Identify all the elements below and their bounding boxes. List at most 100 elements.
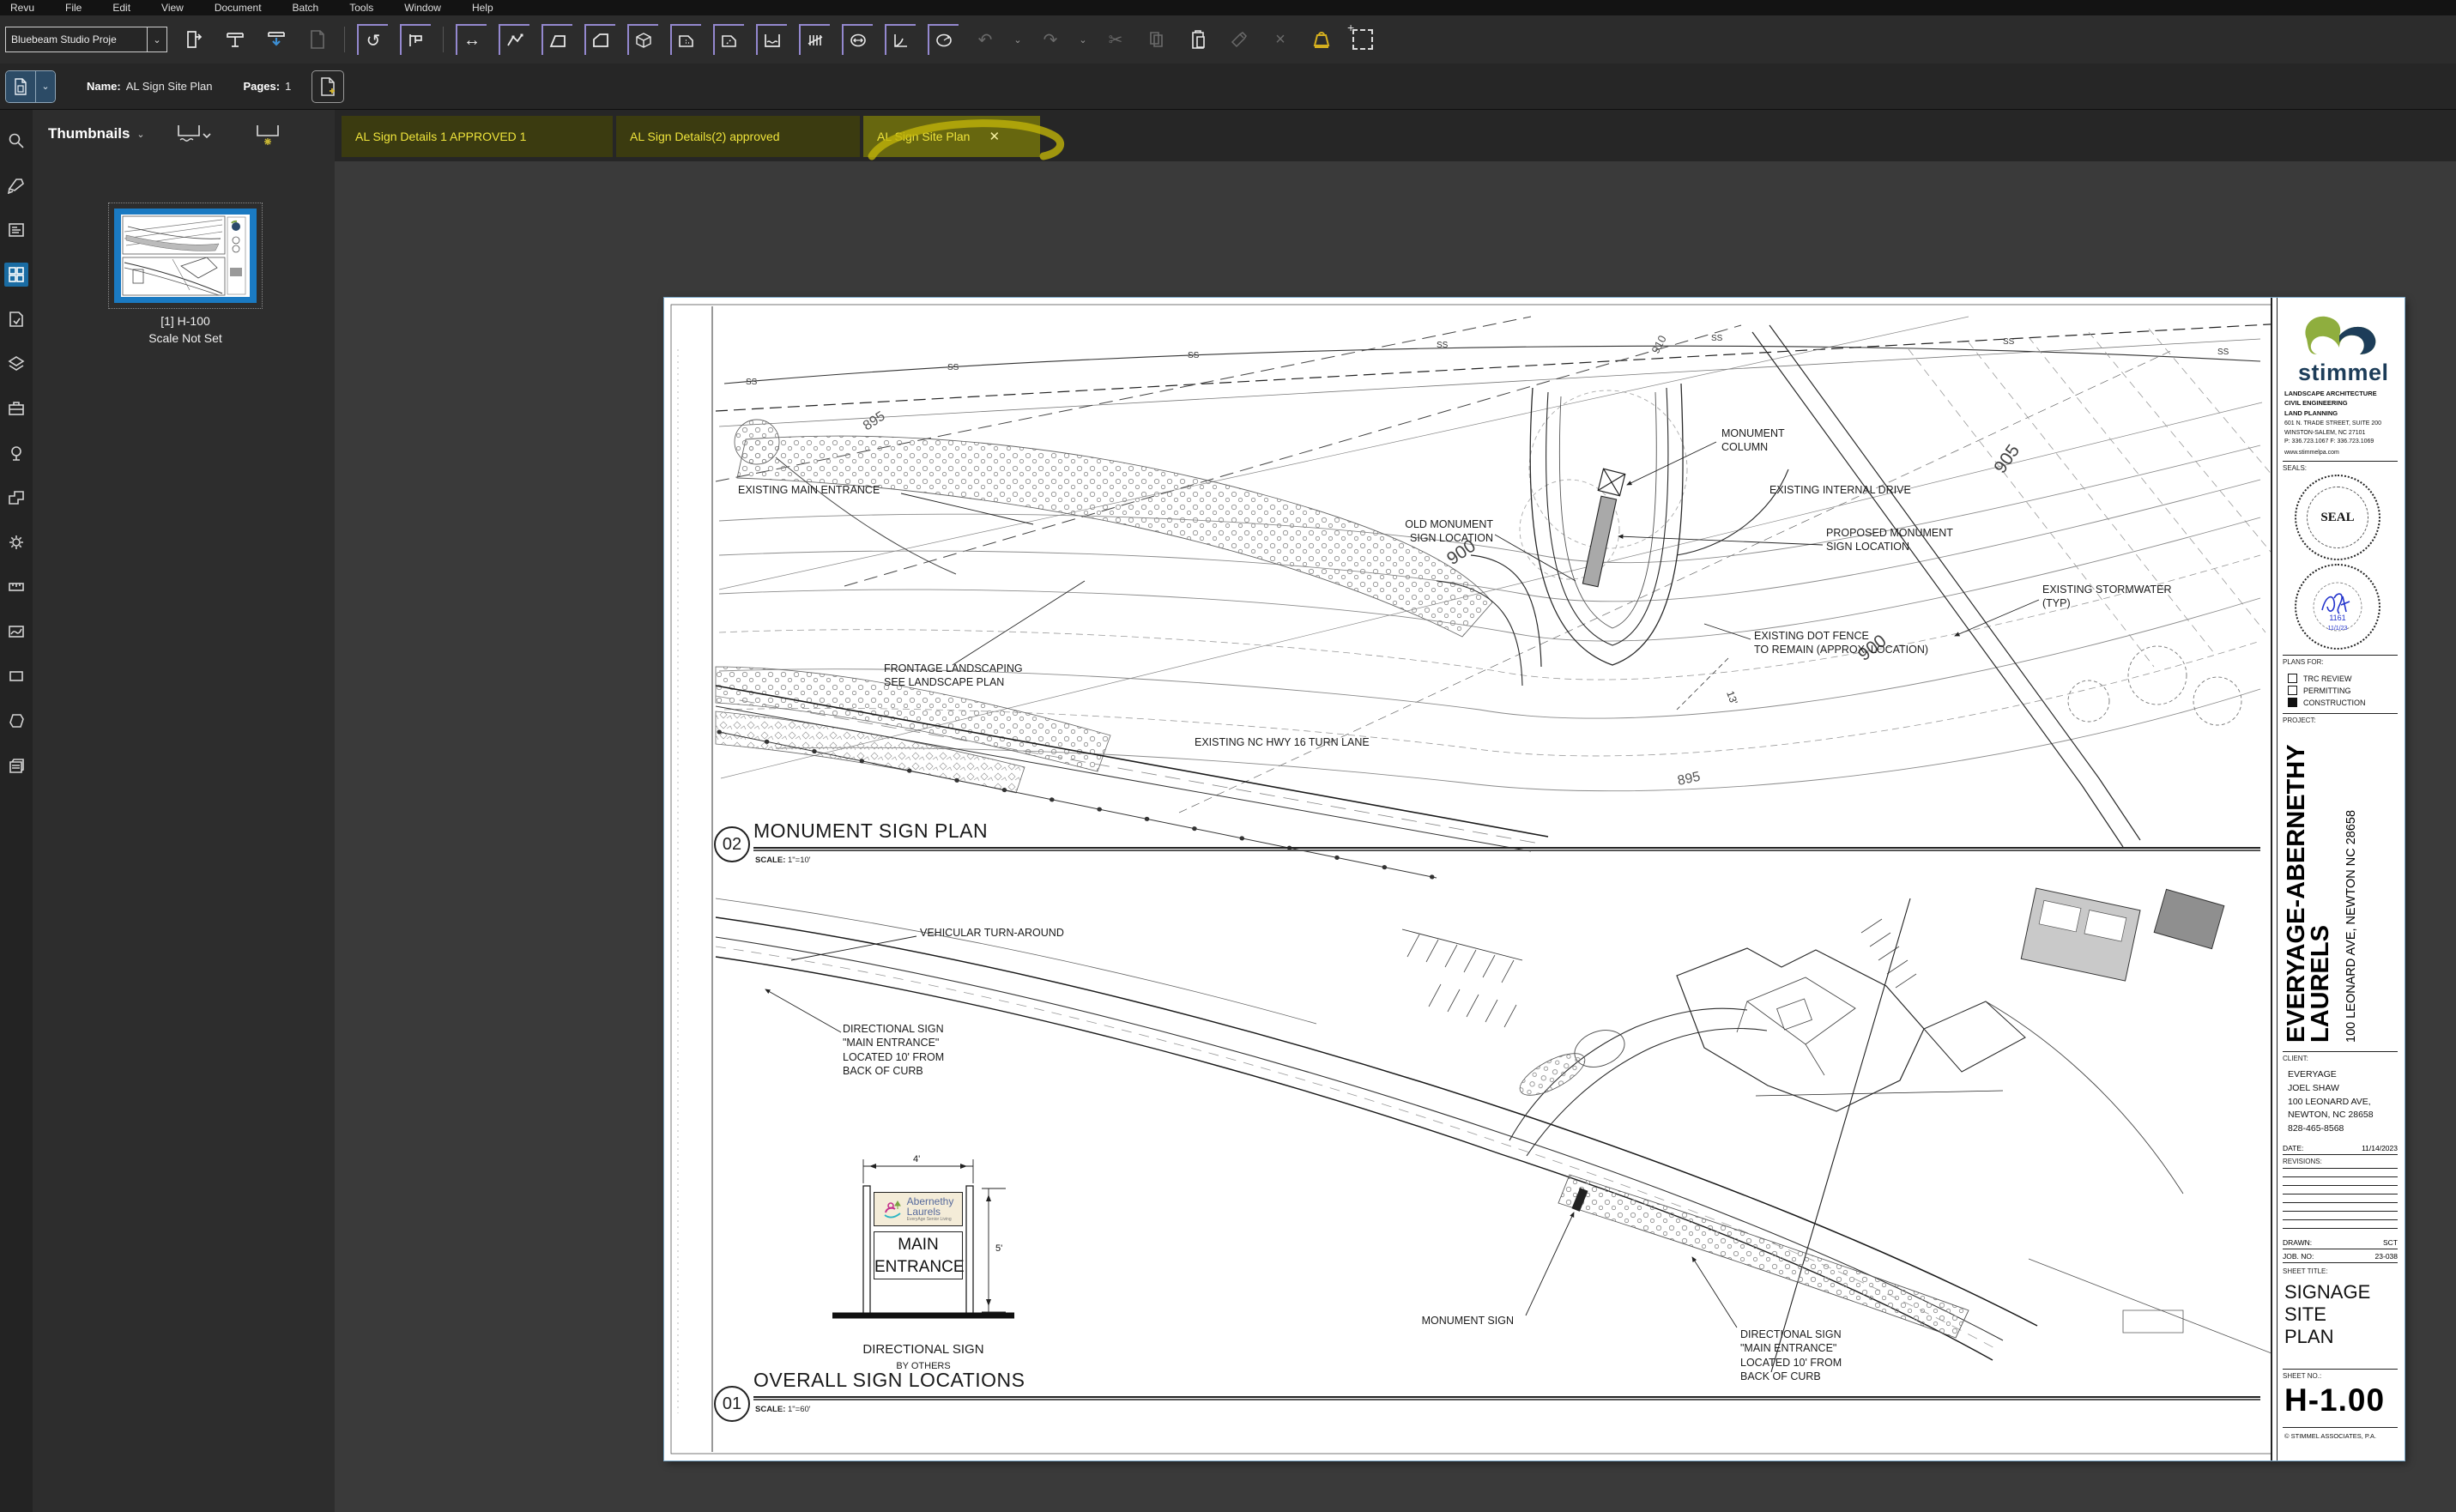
plan-label: EXISTING DOT FENCE TO REMAIN (APPROX. LO… [1754, 630, 1929, 656]
polygon-cutout-icon[interactable] [713, 24, 744, 55]
length-icon[interactable]: ↔ [456, 24, 487, 55]
tool-chest-icon[interactable] [4, 396, 28, 420]
menu-window[interactable]: Window [404, 2, 441, 14]
detail-number-01: 01 [714, 1386, 750, 1422]
menu-edit[interactable]: Edit [112, 2, 130, 14]
drawn-row: DRAWN: SCT [2283, 1238, 2398, 1249]
count-icon[interactable] [799, 24, 830, 55]
tab-label: AL Sign Details(2) approved [630, 130, 780, 143]
profile-dropdown[interactable]: Bluebeam Studio Proje ⌄ [5, 27, 167, 52]
search-icon[interactable] [4, 129, 28, 153]
document-icon [6, 70, 35, 102]
tab-close-icon[interactable]: ✕ [989, 129, 1000, 144]
document-canvas[interactable]: AL Sign Details 1 APPROVED 1 AL Sign Det… [335, 110, 2456, 1512]
menu-view[interactable]: View [161, 2, 184, 14]
flatten-document-icon [303, 25, 332, 54]
corporate-seal: SEAL [2295, 475, 2380, 560]
sign-height-dim: 5' [995, 1243, 1003, 1254]
thumbnails-header[interactable]: Thumbnails ⌄ [48, 125, 145, 142]
sign-logo-text: Abernethy Laurels EveryAge Senior Living [906, 1194, 954, 1222]
area-icon[interactable] [541, 24, 572, 55]
svg-text:SS: SS [1437, 341, 1449, 350]
studio-update-icon[interactable] [262, 25, 291, 54]
firm-name: stimmel [2298, 360, 2389, 385]
menu-revu[interactable]: Revu [10, 2, 34, 14]
spaces-icon[interactable] [4, 441, 28, 465]
client-info: EVERYAGE JOEL SHAW 100 LEONARD AVE, NEWT… [2288, 1069, 2374, 1134]
menu-help[interactable]: Help [472, 2, 493, 14]
plan01-scale: SCALE: 1"=60' [755, 1405, 811, 1414]
plans-for-trc: TRC REVIEW [2288, 674, 2352, 683]
sheet-title: SIGNAGE SITE PLAN [2284, 1281, 2371, 1347]
tab-al-sign-details-2[interactable]: AL Sign Details(2) approved [616, 116, 860, 157]
cutout-icon[interactable] [670, 24, 701, 55]
menu-tools[interactable]: Tools [349, 2, 373, 14]
markup-pen-icon[interactable] [4, 173, 28, 197]
project-name: EVERYAGE-ABERNETHY LAURELS [2283, 744, 2335, 1043]
menu-batch[interactable]: Batch [293, 2, 319, 14]
tab-al-sign-site-plan[interactable]: AL Sign Site Plan ✕ [863, 116, 1040, 157]
page-menu-button[interactable]: ⌄ [5, 70, 56, 103]
chevron-down-icon[interactable]: ⌄ [148, 27, 167, 52]
forms-icon[interactable] [4, 664, 28, 688]
plan-label: PROPOSED MONUMENT SIGN LOCATION [1826, 527, 1953, 553]
plan02-scale: SCALE: 1"=10' [755, 856, 811, 865]
polylength-icon[interactable] [499, 24, 529, 55]
snapshot-icon[interactable] [1347, 21, 1377, 54]
diameter-icon[interactable] [842, 24, 873, 55]
add-page-button[interactable] [312, 70, 345, 103]
sheet-number: H-1.00 [2284, 1382, 2386, 1418]
thumbnail-preview [121, 215, 250, 297]
page-options-icon[interactable] [177, 124, 211, 150]
thumbnail-caption[interactable]: [1] H-100 Scale Not Set [65, 312, 305, 348]
date-row: DATE: 11/14/2023 [2283, 1144, 2398, 1155]
radius-icon[interactable] [928, 24, 959, 55]
studio-session-icon[interactable] [221, 25, 250, 54]
copyright: © STIMMEL ASSOCIATES, P.A. [2284, 1432, 2377, 1440]
chevron-down-icon[interactable]: ⌄ [136, 129, 144, 140]
menu-document[interactable]: Document [215, 2, 262, 14]
weight-icon[interactable] [1307, 25, 1336, 54]
measurements-icon[interactable] [4, 575, 28, 599]
paste-icon[interactable] [1183, 25, 1213, 54]
svg-text:SS: SS [2217, 348, 2229, 357]
perimeter-icon[interactable] [584, 24, 615, 55]
plan-label: MONUMENT COLUMN [1721, 427, 1785, 454]
tab-al-sign-details-1[interactable]: AL Sign Details 1 APPROVED 1 [342, 116, 613, 157]
plan-label: VEHICULAR TURN-AROUND [920, 927, 1064, 939]
sets-icon[interactable] [4, 486, 28, 510]
file-access-icon[interactable] [4, 307, 28, 331]
layers-icon[interactable] [4, 352, 28, 376]
caliper-icon[interactable] [400, 24, 431, 55]
volume-icon[interactable] [627, 24, 658, 55]
create-page-label-icon[interactable] [254, 124, 283, 152]
plan-label: EXISTING INTERNAL DRIVE [1769, 484, 1911, 496]
properties-gear-icon[interactable] [4, 530, 28, 554]
thumbnail-page-1[interactable] [108, 203, 263, 309]
svg-text:910: 910 [1648, 333, 1668, 355]
doc-pages-value: 1 [285, 80, 292, 93]
calibrate-icon[interactable]: ↺ [357, 24, 388, 55]
redo-icon: ↷ [1043, 30, 1058, 50]
detail-number-02: 02 [714, 826, 750, 862]
svg-text:SS: SS [746, 378, 758, 387]
menu-file[interactable]: File [65, 2, 82, 14]
pdf-page[interactable]: SS SS SS SS SS SS SS 895 900 905 910 900… [664, 298, 2405, 1461]
plan01-title: OVERALL SIGN LOCATIONS [753, 1369, 1025, 1391]
checkbox-icon [2288, 698, 2297, 707]
chevron-down-icon[interactable]: ⌄ [35, 70, 55, 102]
checkbox-icon [2288, 674, 2297, 683]
thumbnails-panel-icon[interactable] [4, 263, 28, 287]
depth-icon[interactable] [756, 24, 787, 55]
svg-text:1161: 1161 [2329, 614, 2345, 622]
svg-text:905: 905 [1990, 441, 2023, 477]
sign-detail-text-panel: MAIN ENTRANCE [874, 1231, 965, 1279]
markups-list-icon[interactable] [4, 218, 28, 242]
tab-bar: AL Sign Details 1 APPROVED 1 AL Sign Det… [335, 110, 2456, 161]
studio-join-icon[interactable] [179, 25, 209, 54]
links-icon[interactable] [4, 709, 28, 733]
bookmarks-icon[interactable] [4, 753, 28, 777]
angle-icon[interactable] [885, 24, 916, 55]
signatures-icon[interactable] [4, 620, 28, 644]
svg-text:SS: SS [2003, 337, 2015, 347]
